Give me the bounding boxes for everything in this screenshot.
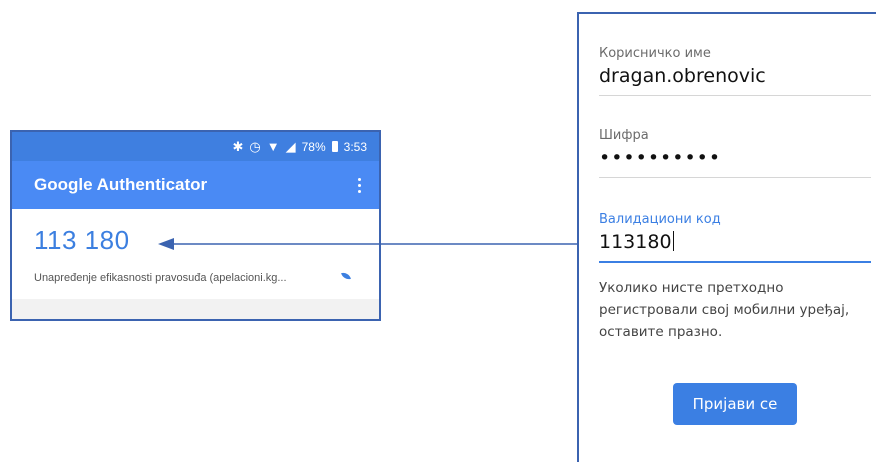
battery-icon: [331, 141, 338, 152]
password-label: Шифра: [599, 128, 649, 143]
username-input[interactable]: dragan.obrenovic: [599, 61, 871, 96]
alarm-icon: ◷: [249, 139, 261, 154]
validation-code-input[interactable]: 113180: [599, 227, 871, 263]
validation-code-field[interactable]: Валидациони код 113180: [599, 212, 871, 263]
login-button[interactable]: Пријави се: [673, 383, 797, 425]
app-title: Google Authenticator: [34, 175, 208, 194]
username-label: Корисничко име: [599, 46, 711, 61]
bluetooth-icon: ✱: [232, 139, 244, 154]
otp-entry-card[interactable]: 113 180 Unapređenje efikasnosti pravosuđ…: [12, 209, 379, 299]
username-field[interactable]: Корисничко име dragan.obrenovic: [599, 46, 871, 96]
login-form: Корисничко име dragan.obrenovic Шифра ••…: [577, 12, 876, 462]
otp-code: 113 180: [34, 225, 130, 255]
otp-account-name: Unapređenje efikasnosti pravosuđa (apela…: [34, 272, 287, 284]
text-caret: [672, 231, 674, 251]
status-bar: ✱ ◷ ▼ ◢ 78% 3:53: [12, 132, 379, 161]
authenticator-phone-screen: ✱ ◷ ▼ ◢ 78% 3:53 Google Authenticator 11…: [10, 130, 381, 321]
wifi-icon: ▼: [266, 139, 280, 154]
validation-code-hint: Уколико нисте претходно регистровали сво…: [599, 280, 850, 340]
status-time: 3:53: [343, 139, 367, 154]
overflow-menu-icon[interactable]: [354, 174, 365, 197]
countdown-timer-icon: [341, 271, 351, 281]
password-field[interactable]: Шифра ••••••••••: [599, 128, 871, 178]
signal-icon: ◢: [285, 139, 296, 154]
battery-percent: 78%: [301, 139, 326, 154]
validation-code-label: Валидациони код: [599, 212, 721, 227]
password-input[interactable]: ••••••••••: [599, 143, 871, 178]
app-bar: Google Authenticator: [12, 161, 379, 209]
validation-code-value: 113180: [599, 231, 672, 253]
